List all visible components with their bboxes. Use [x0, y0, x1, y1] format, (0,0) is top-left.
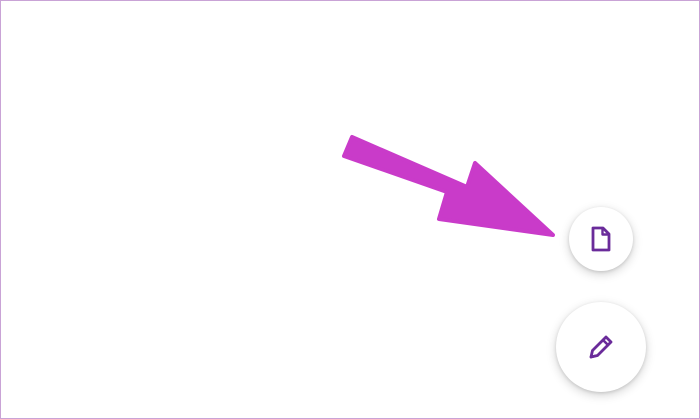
pencil-icon [589, 335, 613, 359]
document-icon [591, 226, 611, 252]
annotation-arrow-shape [342, 135, 555, 237]
screen-canvas [0, 0, 700, 419]
new-document-button[interactable] [569, 207, 633, 271]
compose-button[interactable] [556, 302, 646, 392]
